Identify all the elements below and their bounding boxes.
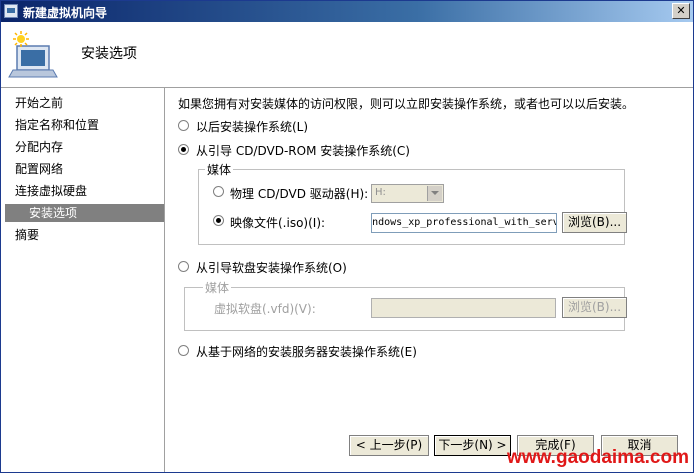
app-icon [4, 4, 18, 18]
step-assign-memory[interactable]: 分配内存 [15, 138, 63, 156]
option-install-from-floppy-label: 从引导软盘安装操作系统(O) [196, 261, 347, 275]
browse-vfd-button[interactable]: 浏览(B)... [562, 297, 627, 318]
option-install-from-network-label: 从基于网络的安装服务器安装操作系统(E) [196, 345, 417, 359]
chevron-down-icon[interactable] [427, 186, 442, 201]
site-watermark: www.gaodaima.com [507, 447, 689, 468]
image-file-label: 映像文件(.iso)(I): [230, 216, 326, 230]
option-install-from-cd-label: 从引导 CD/DVD-ROM 安装操作系统(C) [196, 144, 410, 158]
page-title: 安装选项 [81, 46, 137, 62]
wizard-window: 新建虚拟机向导 ✕ 安装选项 开始之前 指定名称和位置 分配内存 配置网络 连接… [0, 0, 694, 473]
intro-text: 如果您拥有对安装媒体的访问权限，则可以立即安装操作系统，或者也可以以后安装。 [178, 97, 635, 111]
wizard-content: 如果您拥有对安装媒体的访问权限，则可以立即安装操作系统，或者也可以以后安装。 以… [165, 88, 693, 472]
step-installation-options[interactable]: 安装选项 [5, 204, 164, 222]
step-configure-network[interactable]: 配置网络 [15, 160, 63, 178]
physical-drive-value: H: [375, 187, 386, 198]
radio-install-from-floppy[interactable] [178, 261, 189, 272]
step-name-location[interactable]: 指定名称和位置 [15, 116, 99, 134]
wizard-header: 安装选项 [1, 22, 693, 88]
physical-drive-select[interactable]: H: [371, 184, 444, 203]
virtual-floppy-input[interactable] [371, 298, 556, 318]
wizard-steps-sidebar: 开始之前 指定名称和位置 分配内存 配置网络 连接虚拟硬盘 安装选项 摘要 [1, 88, 165, 472]
virtual-floppy-label: 虚拟软盘(.vfd)(V): [214, 302, 316, 316]
radio-image-file[interactable] [213, 215, 224, 226]
cd-media-group [198, 169, 625, 245]
window-title: 新建虚拟机向导 [23, 6, 108, 20]
step-summary[interactable]: 摘要 [15, 226, 39, 244]
floppy-media-group-label: 媒体 [203, 279, 232, 296]
close-button[interactable]: ✕ [672, 3, 690, 19]
previous-button[interactable]: < 上一步(P) [349, 435, 429, 456]
physical-drive-label: 物理 CD/DVD 驱动器(H): [230, 187, 369, 201]
step-before-you-begin[interactable]: 开始之前 [15, 94, 63, 112]
new-vm-wizard-icon [8, 31, 58, 78]
step-connect-virtual-disk[interactable]: 连接虚拟硬盘 [15, 182, 87, 200]
next-button[interactable]: 下一步(N) > [434, 435, 511, 456]
image-file-path: en_windows_xp_professional_with_service_… [372, 217, 556, 228]
radio-install-from-cd[interactable] [178, 144, 189, 155]
radio-install-from-network[interactable] [178, 345, 189, 356]
browse-iso-button[interactable]: 浏览(B)... [562, 212, 627, 233]
image-file-input[interactable]: en_windows_xp_professional_with_service_… [371, 213, 557, 233]
option-install-later-label: 以后安装操作系统(L) [196, 120, 309, 134]
title-bar: 新建虚拟机向导 ✕ [1, 1, 693, 22]
radio-install-later[interactable] [178, 120, 189, 131]
radio-physical-drive[interactable] [213, 186, 224, 197]
cd-media-group-label: 媒体 [205, 161, 234, 178]
